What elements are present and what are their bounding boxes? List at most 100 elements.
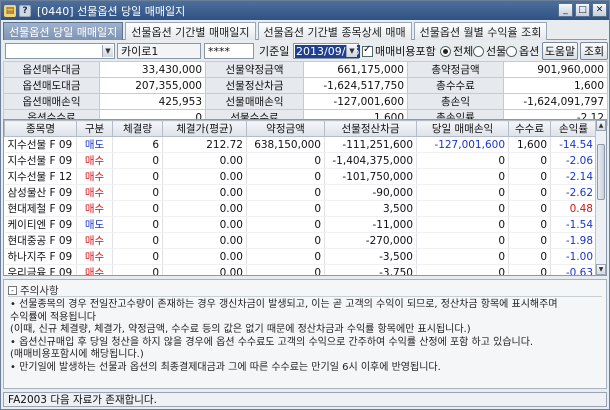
summary-key: 옵션매도대금	[3, 77, 100, 94]
cell-side: 매도	[76, 136, 113, 153]
cell-pnl: 0	[416, 264, 509, 275]
cell-rate: -0.63	[550, 264, 597, 275]
cell-price: 0.00	[162, 232, 247, 249]
radio-futures-label: 선물	[486, 45, 507, 58]
cell-fee: 0	[508, 184, 551, 201]
trade-table: 종목명 구분 체결량 체결가(평균) 약정금액 선물정산차금 당일 매매손익 수수료 손익률 지…	[4, 120, 597, 275]
vertical-scrollbar[interactable]: ▲ ▼	[595, 120, 606, 275]
cell-price: 0.00	[162, 168, 247, 185]
include-fee-checkbox[interactable]: 매매비용포함	[362, 43, 436, 59]
cell-amount: 0	[246, 184, 325, 201]
tab-daily-journal[interactable]: 선물옵션 당일 매매일지	[3, 22, 124, 40]
cell-side: 매수	[76, 184, 113, 201]
cell-fee: 0	[508, 264, 551, 275]
table-row[interactable]: 현대제철 F 09 매수 0 0.00 0 3,500 0 0 0.48	[4, 200, 597, 217]
help-icon[interactable]: ?	[19, 4, 31, 17]
cell-side: 매수	[76, 264, 113, 275]
radio-icon[interactable]	[440, 45, 451, 57]
help-button[interactable]: 도움말	[542, 42, 578, 60]
col-price-header[interactable]: 체결가(평균)	[162, 120, 247, 137]
summary-row: 옵션매수대금 33,430,000 선물약정금액 661,175,000 총약정…	[3, 61, 608, 78]
summary-value: 661,175,000	[303, 61, 408, 78]
cell-amount: 0	[246, 200, 325, 217]
search-button[interactable]: 조회	[580, 42, 608, 60]
collapse-icon[interactable]: -	[8, 286, 17, 295]
cell-rate: -1.98	[550, 232, 597, 249]
trade-grid[interactable]: 종목명 구분 체결량 체결가(평균) 약정금액 선물정산차금 당일 매매손익 수수료 손익률 지…	[3, 119, 607, 276]
note-line: (이때, 신규 체결량, 체결가, 약정금액, 수수료 등의 값은 없기 때문에…	[10, 324, 471, 335]
note-line: (매매비용포함시에 해당됩니다.)	[10, 349, 144, 360]
summary-key: 총수수료	[407, 77, 504, 94]
cell-amount: 0	[246, 168, 325, 185]
cell-rate: -2.06	[550, 152, 597, 169]
radio-futures[interactable]: 선물	[473, 43, 506, 59]
cell-amount: 0	[246, 264, 325, 275]
table-row[interactable]: 삼성물산 F 09 매수 0 0.00 0 -90,000 0 0 -2.62	[4, 184, 597, 201]
calendar-dropdown-icon[interactable]: ▼	[346, 45, 357, 57]
maximize-button[interactable]: □	[575, 3, 590, 17]
table-row[interactable]: 현대중공 F 09 매수 0 0.00 0 -270,000 0 0 -1.98	[4, 232, 597, 249]
cell-rate: -2.62	[550, 184, 597, 201]
summary-key: 선물정산차금	[205, 77, 304, 94]
col-pnl-header[interactable]: 당일 매매손익	[416, 120, 509, 137]
close-button[interactable]: ✕	[592, 3, 607, 17]
col-settle-header[interactable]: 선물정산차금	[324, 120, 417, 137]
cell-settle: -90,000	[324, 184, 417, 201]
table-row[interactable]: 지수선물 F 09 매도 6 212.72 638,150,000 -111,251,60…	[4, 136, 597, 153]
title-bar[interactable]: ▤ ? [0440] 선물옵션 당일 매매일지 _ □ ✕	[1, 1, 609, 20]
cell-fee: 0	[508, 248, 551, 265]
note-line: • 옵션신규매입 후 당일 청산을 하지 않을 경우에 옵션 수수료도 고객의 …	[10, 336, 534, 348]
cell-price: 0.00	[162, 200, 247, 217]
cell-settle: -3,500	[324, 248, 417, 265]
status-bar: FA2003 다음 자료가 존재합니다.	[3, 392, 607, 407]
cell-qty: 0	[112, 216, 163, 233]
table-row[interactable]: 하나지주 F 09 매수 0 0.00 0 -3,500 0 0 -1.00	[4, 248, 597, 265]
cell-rate: 0.48	[550, 200, 597, 217]
summary-key: 옵션매매손익	[3, 93, 100, 110]
cell-pnl: 0	[416, 248, 509, 265]
cell-fee: 0	[508, 232, 551, 249]
cell-qty: 0	[112, 184, 163, 201]
cell-settle: -101,750,000	[324, 168, 417, 185]
cell-rate: -1.00	[550, 248, 597, 265]
base-date-field[interactable]: 2013/09/06 ▼	[293, 43, 361, 59]
notes-panel: - 주의사항 • 선물종목의 경우 전일잔고수량이 존재하는 경우 갱신차금이 …	[3, 279, 607, 389]
note-line: 수익률에 적용됩니다	[10, 311, 96, 323]
col-name-header[interactable]: 종목명	[4, 120, 77, 137]
password-field[interactable]: ****	[204, 43, 254, 59]
app-icon: ▤	[4, 4, 16, 17]
radio-icon[interactable]	[506, 45, 517, 57]
radio-all-label: 전체	[453, 45, 474, 58]
checkbox-icon[interactable]	[362, 44, 373, 57]
cell-name: 지수선물 F 09	[4, 136, 77, 153]
cell-amount: 0	[246, 232, 325, 249]
table-row[interactable]: 우리금융 F 09 매수 0 0.00 0 -3,750 0 0 -0.63	[4, 264, 597, 275]
minimize-button[interactable]: _	[558, 3, 573, 17]
cell-pnl: 0	[416, 168, 509, 185]
note-line: • 선물종목의 경우 전일잔고수량이 존재하는 경우 갱신차금이 발생되고, 이…	[10, 299, 558, 310]
table-row[interactable]: 지수선물 F 12 매수 0 0.00 0 -101,750,000 0 0 -2.14	[4, 168, 597, 185]
tab-monthly-return[interactable]: 선물옵션 월별 수익율 조회	[413, 22, 548, 40]
col-fee-header[interactable]: 수수료	[508, 120, 551, 137]
radio-options-label: 옵션	[519, 45, 540, 58]
scroll-down-icon[interactable]: ▼	[596, 264, 606, 275]
radio-icon[interactable]	[473, 45, 484, 57]
chevron-down-icon[interactable]: ▼	[102, 45, 113, 57]
summary-row: 옵션매도대금 207,355,000 선물정산차금 -1,624,517,750…	[3, 77, 608, 94]
col-side-header[interactable]: 구분	[76, 120, 113, 137]
table-row[interactable]: 케이티엔 F 09 매도 0 0.00 0 -11,000 0 0 -1.54	[4, 216, 597, 233]
account-select[interactable]: ▼	[5, 43, 115, 59]
radio-options[interactable]: 옵션	[506, 43, 539, 59]
cell-fee: 1,600	[508, 136, 551, 153]
col-qty-header[interactable]: 체결량	[112, 120, 163, 137]
col-amount-header[interactable]: 약정금액	[246, 120, 325, 137]
tab-period-journal[interactable]: 선물옵션 기간별 매매일지	[125, 22, 256, 40]
radio-all[interactable]: 전체	[440, 43, 473, 59]
tab-period-detail[interactable]: 선물옵션 기간별 종목상세 매매	[257, 22, 412, 40]
scroll-up-icon[interactable]: ▲	[596, 120, 606, 131]
col-rate-header[interactable]: 손익률	[550, 120, 597, 137]
summary-value: 901,960,000	[503, 61, 608, 78]
scroll-thumb[interactable]	[597, 144, 605, 200]
cell-qty: 0	[112, 264, 163, 275]
table-row[interactable]: 지수선물 F 09 매수 0 0.00 0 -1,404,375,000 0 0 -2.06	[4, 152, 597, 169]
